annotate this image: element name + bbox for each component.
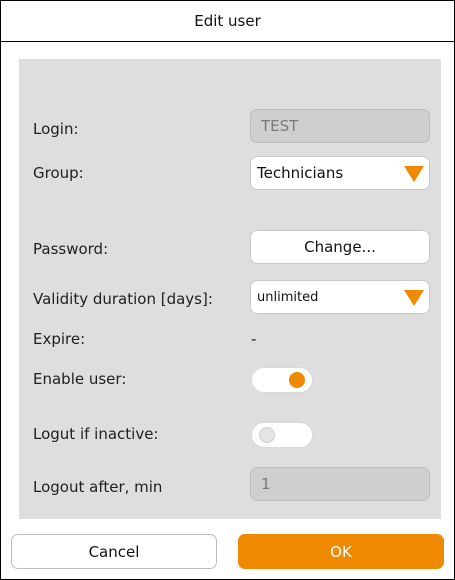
validity-duration-select[interactable]: unlimited (250, 280, 430, 314)
group-select-value: Technicians (257, 164, 344, 182)
change-password-button[interactable]: Change... (250, 230, 430, 264)
enable-user-label: Enable user: (33, 370, 127, 388)
toggle-knob (259, 427, 275, 443)
cancel-button[interactable]: Cancel (11, 534, 217, 569)
validity-duration-label: Validity duration [days]: (33, 290, 213, 308)
toggle-knob (289, 372, 305, 388)
dialog-title: Edit user (1, 1, 454, 42)
login-label: Login: (33, 120, 79, 138)
group-select[interactable]: Technicians (250, 156, 430, 190)
dropdown-arrow-icon (404, 290, 424, 306)
logout-after-field: 1 (250, 467, 430, 501)
logout-after-label: Logout after, min (33, 478, 163, 496)
dropdown-arrow-icon (404, 166, 424, 182)
group-label: Group: (33, 164, 84, 182)
validity-duration-value: unlimited (257, 289, 319, 305)
login-field: TEST (250, 109, 430, 143)
edit-user-dialog: Edit user Login: TEST Group: Technicians… (0, 0, 455, 580)
form-panel: Login: TEST Group: Technicians Password:… (19, 59, 441, 519)
enable-user-toggle[interactable] (251, 367, 313, 393)
logout-if-inactive-toggle[interactable] (251, 422, 313, 448)
logout-if-inactive-label: Logut if inactive: (33, 425, 159, 443)
password-label: Password: (33, 240, 109, 258)
expire-label: Expire: (33, 330, 86, 348)
expire-value: - (251, 330, 257, 348)
ok-button[interactable]: OK (238, 534, 444, 569)
